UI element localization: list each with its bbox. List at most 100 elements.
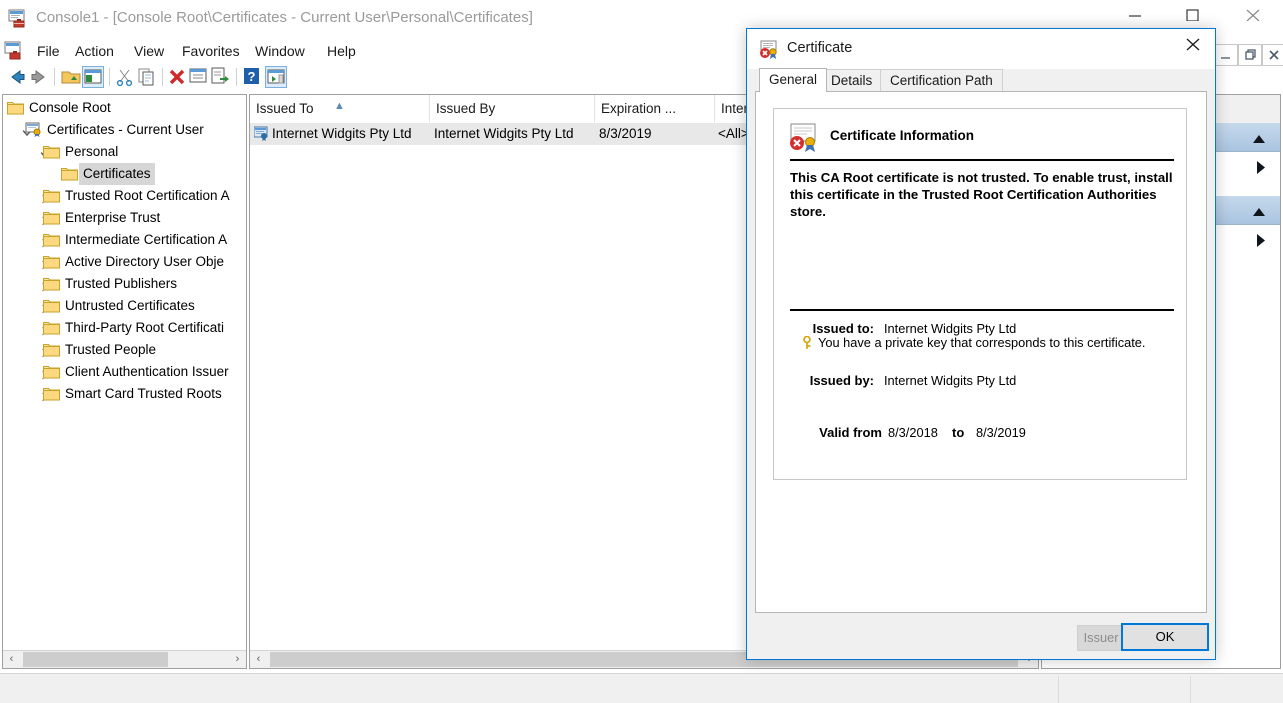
- menu-file[interactable]: File: [30, 41, 67, 61]
- private-key-note: You have a private key that corresponds …: [818, 335, 1146, 350]
- tree-item-personal[interactable]: Personal: [39, 141, 246, 163]
- tree-item-trusted-publishers[interactable]: Trusted Publishers: [39, 273, 246, 295]
- tree-item-certificates[interactable]: Certificates: [57, 163, 246, 185]
- window-maximize-button[interactable]: [1171, 0, 1217, 30]
- folder-icon: [43, 320, 60, 335]
- show-hide-tree-icon[interactable]: [82, 66, 104, 88]
- tab-details[interactable]: Details: [821, 69, 883, 92]
- tree-item-enterprise-trust[interactable]: Enterprise Trust: [39, 207, 246, 229]
- toolbar-separator: [236, 68, 237, 86]
- tree-item-third-party-root-certificati[interactable]: Third-Party Root Certificati: [39, 317, 246, 339]
- properties-icon[interactable]: [188, 66, 210, 88]
- menu-favorites[interactable]: Favorites: [175, 41, 247, 61]
- certificate-icon: [254, 126, 270, 142]
- scroll-right-icon[interactable]: ›: [229, 651, 246, 668]
- chevron-up-icon[interactable]: [1252, 132, 1266, 147]
- scroll-left-icon[interactable]: ‹: [250, 651, 267, 668]
- folder-icon: [7, 100, 24, 115]
- certificate-information-heading: Certificate Information: [830, 128, 975, 143]
- certificate-information-panel: Certificate Information This CA Root cer…: [773, 108, 1187, 480]
- column-header-label: Issued To: [256, 101, 314, 116]
- certificate-error-icon: [788, 123, 822, 153]
- tree-item-label: Console Root: [29, 100, 111, 115]
- cut-icon[interactable]: [114, 66, 136, 88]
- tree-item-smart-card-trusted-roots[interactable]: Smart Card Trusted Roots: [39, 383, 246, 405]
- folder-icon: [61, 166, 78, 181]
- valid-to-label: to: [952, 425, 965, 440]
- status-divider: [1190, 676, 1191, 703]
- certificate-trust-warning: This CA Root certificate is not trusted.…: [790, 170, 1173, 219]
- tree-item-trusted-root-certification-a[interactable]: Trusted Root Certification A: [39, 185, 246, 207]
- tree-item-certificates-current-user[interactable]: Certificates - Current User: [21, 119, 246, 141]
- show-action-pane-icon[interactable]: [265, 66, 287, 88]
- triangle-right-icon[interactable]: [1257, 161, 1266, 177]
- column-header-issued-by[interactable]: Issued By: [430, 95, 595, 122]
- mdi-restore-button[interactable]: [1238, 44, 1262, 66]
- svg-text:?: ?: [248, 69, 256, 84]
- cell-expiration: 8/3/2019: [599, 126, 652, 141]
- mdi-close-button[interactable]: [1262, 44, 1283, 66]
- folder-icon: [43, 364, 60, 379]
- forward-icon[interactable]: [28, 66, 50, 88]
- key-icon: [802, 335, 814, 350]
- issued-to-value: Internet Widgits Pty Ltd: [884, 321, 1017, 336]
- certificate-dialog: Certificate General Details Certificatio…: [746, 28, 1216, 660]
- dialog-tab-content: Certificate Information This CA Root cer…: [755, 91, 1207, 651]
- triangle-right-icon[interactable]: [1257, 234, 1266, 250]
- tree-item-label: Certificates - Current User: [47, 122, 204, 137]
- tree-item-label: Client Authentication Issuer: [65, 364, 229, 379]
- folder-icon: [43, 144, 60, 159]
- column-header-expiration[interactable]: Expiration ...: [595, 95, 715, 122]
- up-folder-icon[interactable]: [60, 66, 82, 88]
- tab-general[interactable]: General: [759, 68, 828, 92]
- divider: [790, 159, 1174, 161]
- mdi-minimize-button[interactable]: [1214, 44, 1238, 66]
- tree-item-label: Untrusted Certificates: [65, 298, 195, 313]
- copy-icon[interactable]: [136, 66, 158, 88]
- tree-item-intermediate-certification-a[interactable]: Intermediate Certification A: [39, 229, 246, 251]
- menu-action[interactable]: Action: [68, 41, 121, 61]
- chevron-up-icon[interactable]: [1252, 205, 1266, 220]
- certificate-store-icon: [25, 122, 42, 137]
- delete-icon[interactable]: [166, 66, 188, 88]
- mmc-console-small-icon: [4, 41, 26, 61]
- menu-window[interactable]: Window: [248, 41, 312, 61]
- scrollbar-thumb[interactable]: [23, 652, 168, 667]
- tree-item-active-directory-user-obje[interactable]: Active Directory User Obje: [39, 251, 246, 273]
- mmc-console-icon: [8, 9, 30, 29]
- toolbar-separator: [109, 68, 110, 86]
- console-tree-pane[interactable]: Console Root Certificates - Current User P…: [2, 94, 247, 669]
- tree-item-console-root[interactable]: Console Root: [3, 97, 246, 119]
- tree-item-label: Active Directory User Obje: [65, 254, 225, 269]
- menu-help[interactable]: Help: [320, 41, 363, 61]
- tree-item-label: Third-Party Root Certificati: [65, 320, 225, 335]
- cell-issued-to: Internet Widgits Pty Ltd: [272, 126, 412, 141]
- window-title: Console1 - [Console Root\Certificates - …: [36, 9, 533, 26]
- column-header-label: Issued By: [436, 101, 496, 116]
- issued-by-label: Issued by:: [809, 373, 874, 388]
- window-minimize-button[interactable]: [1113, 0, 1159, 30]
- valid-from-value: 8/3/2018: [888, 425, 938, 440]
- divider: [790, 309, 1174, 311]
- cell-issued-by: Internet Widgits Pty Ltd: [434, 126, 574, 141]
- back-icon[interactable]: [6, 66, 28, 88]
- scroll-left-icon[interactable]: ‹: [3, 651, 20, 668]
- ok-button[interactable]: OK: [1121, 623, 1209, 651]
- tree-horizontal-scrollbar[interactable]: ‹ ›: [3, 650, 246, 668]
- tree-item-untrusted-certificates[interactable]: Untrusted Certificates: [39, 295, 246, 317]
- toolbar-separator: [162, 68, 163, 86]
- menu-view[interactable]: View: [127, 41, 171, 61]
- help-icon[interactable]: ?: [242, 66, 264, 88]
- certificate-error-icon: [759, 40, 779, 59]
- tab-certification-path[interactable]: Certification Path: [880, 69, 1003, 92]
- tree-item-label: Smart Card Trusted Roots: [65, 386, 222, 401]
- tree-item-label: Personal: [65, 144, 119, 159]
- column-header-issued-to[interactable]: Issued To ▲: [250, 95, 430, 122]
- export-list-icon[interactable]: [210, 66, 232, 88]
- dialog-close-button[interactable]: [1171, 29, 1215, 59]
- tree-item-label: Intermediate Certification A: [65, 232, 228, 247]
- tree-item-client-authentication-issuer[interactable]: Client Authentication Issuer: [39, 361, 246, 383]
- status-bar: [0, 673, 1283, 703]
- tree-item-trusted-people[interactable]: Trusted People: [39, 339, 246, 361]
- window-close-button[interactable]: [1231, 0, 1277, 30]
